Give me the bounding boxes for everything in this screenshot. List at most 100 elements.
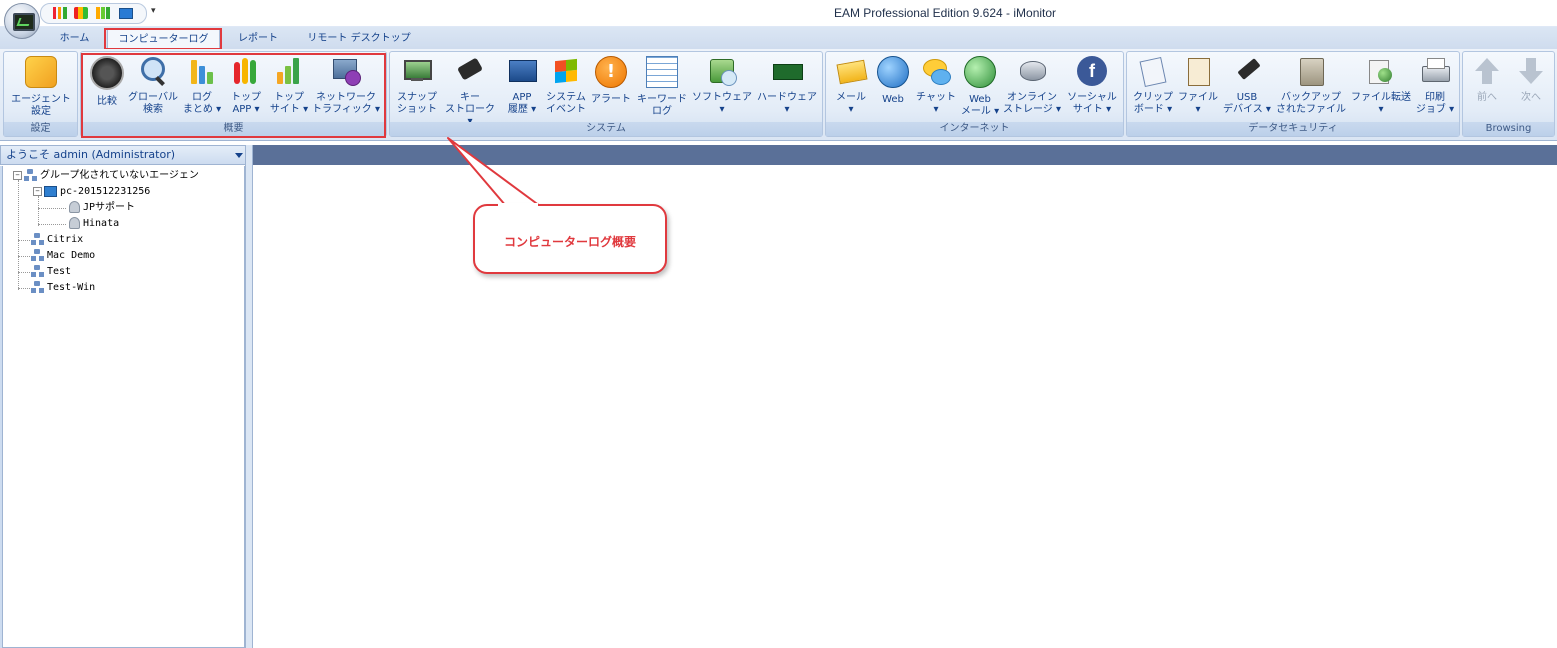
previous-button[interactable]: 前へ xyxy=(1465,56,1509,122)
agent-settings-button[interactable]: エージェント 設定 xyxy=(6,56,76,122)
print-job-button[interactable]: 印刷 ジョブ ▾ xyxy=(1413,56,1457,122)
network-traffic-button[interactable]: ネットワーク トラフィック ▾ xyxy=(311,56,381,122)
web-button[interactable]: Web xyxy=(872,56,914,122)
collapse-toggle[interactable]: − xyxy=(13,170,22,180)
tree-line xyxy=(18,180,19,290)
callout-joint xyxy=(498,203,538,207)
tree-node-citrix[interactable]: Citrix xyxy=(31,232,83,248)
file-transfer-button[interactable]: ファイル転送 ▾ xyxy=(1349,56,1413,122)
pane-splitter[interactable] xyxy=(245,145,253,648)
keyword-log-button[interactable]: キーワード ログ xyxy=(634,56,690,122)
alert-button[interactable]: ! アラート xyxy=(588,56,634,122)
snapshot-icon xyxy=(402,56,432,86)
software-button[interactable]: ソフトウェア ▾ xyxy=(690,56,754,122)
group-label-internet: インターネット xyxy=(826,122,1123,136)
tab-remote-desktop[interactable]: リモート デスクトップ xyxy=(300,31,418,47)
top-site-button[interactable]: トップ サイト ▾ xyxy=(267,56,311,122)
compare-button[interactable]: 比較 xyxy=(87,56,127,122)
tree-node-label: グループ化されていないエージェン xyxy=(40,170,199,181)
window-title: EAM Professional Edition 9.624 - iMonito… xyxy=(833,6,1057,20)
usb-device-button[interactable]: USB デバイス ▾ xyxy=(1221,56,1273,122)
group-icon xyxy=(31,265,44,277)
user-icon xyxy=(69,201,80,213)
chat-button[interactable]: チャット ▾ xyxy=(914,56,958,122)
main-content-area xyxy=(253,165,1557,648)
log-summary-icon xyxy=(187,56,217,86)
group-label-overview: 概要 xyxy=(81,122,386,136)
network-traffic-icon xyxy=(331,56,361,86)
usb-icon xyxy=(1232,56,1262,86)
ribbon-tabs: ホーム コンピューターログ レポート リモート デスクトップ xyxy=(0,27,1557,50)
webmail-button[interactable]: Web メール ▾ xyxy=(958,56,1002,122)
title-bar: ▾ EAM Professional Edition 9.624 - iMoni… xyxy=(0,0,1557,39)
tab-computer-log[interactable]: コンピューターログ xyxy=(107,29,220,50)
tree-node-test[interactable]: Test xyxy=(31,264,71,280)
tree-node-label: Citrix xyxy=(47,234,84,245)
printer-icon xyxy=(1420,56,1450,86)
tree-line xyxy=(38,224,66,225)
tree-node-user[interactable]: JPサポート xyxy=(69,200,135,216)
software-icon xyxy=(707,56,737,86)
welcome-text: ようこそ admin (Administrator) xyxy=(6,148,176,161)
agent-tree-header[interactable]: ようこそ admin (Administrator) xyxy=(0,145,249,165)
tree-line xyxy=(18,256,32,257)
log-summary-button[interactable]: ログ まとめ ▾ xyxy=(179,56,225,122)
tree-node-label: Test xyxy=(47,266,72,277)
chevron-down-icon[interactable] xyxy=(235,153,243,158)
clipboard-button[interactable]: クリップ ボード ▾ xyxy=(1131,56,1175,122)
tree-line xyxy=(18,288,32,289)
file-transfer-icon xyxy=(1366,56,1396,86)
mail-icon xyxy=(836,56,868,86)
group-label-data-security: データセキュリティ xyxy=(1127,122,1459,136)
tree-node-test-win[interactable]: Test-Win xyxy=(31,280,95,296)
alert-icon: ! xyxy=(595,56,627,88)
tree-node-ungrouped[interactable]: − グループ化されていないエージェン xyxy=(13,168,199,184)
group-icon xyxy=(31,233,44,245)
computer-icon xyxy=(44,185,57,197)
group-icon xyxy=(31,281,44,293)
global-search-button[interactable]: グローバル 検索 xyxy=(127,56,179,122)
hardware-button[interactable]: ハードウェア ▾ xyxy=(754,56,820,122)
file-icon xyxy=(1183,56,1213,86)
file-button[interactable]: ファイル ▾ xyxy=(1175,56,1221,122)
tree-node-label: Test-Win xyxy=(47,282,96,293)
tree-node-pc[interactable]: − pc-201512231256 xyxy=(33,184,150,200)
backup-icon xyxy=(1296,56,1326,86)
group-icon xyxy=(31,249,44,261)
tab-home[interactable]: ホーム xyxy=(52,31,97,47)
app-history-icon xyxy=(507,56,537,86)
group-label-settings: 設定 xyxy=(4,122,77,136)
top-site-icon xyxy=(274,56,304,86)
clipboard-icon xyxy=(1138,56,1168,88)
social-site-button[interactable]: f ソーシャル サイト ▾ xyxy=(1062,56,1122,122)
monitor-icon xyxy=(13,13,35,31)
backup-file-button[interactable]: バックアップ されたファイル xyxy=(1273,56,1349,122)
app-menu-button[interactable] xyxy=(4,3,40,39)
tree-line xyxy=(18,240,32,241)
group-system: スナップ ショット キー ストローク ▾ APP 履歴 ▾ システム イベント … xyxy=(389,51,823,137)
tab-report[interactable]: レポート xyxy=(228,31,288,47)
mail-button[interactable]: メール ▾ xyxy=(830,56,872,122)
group-label-browsing: Browsing xyxy=(1463,122,1554,136)
top-app-icon xyxy=(231,56,261,86)
keyword-log-icon xyxy=(646,56,678,88)
hardware-icon xyxy=(772,56,803,86)
collapse-toggle[interactable]: − xyxy=(33,186,42,196)
tree-line xyxy=(18,272,32,273)
tree-line xyxy=(38,208,66,209)
top-app-button[interactable]: トップ APP ▾ xyxy=(225,56,267,122)
tree-node-mac-demo[interactable]: Mac Demo xyxy=(31,248,95,264)
chat-icon xyxy=(921,56,951,86)
web-globe-icon xyxy=(877,56,909,88)
system-event-button[interactable]: システム イベント xyxy=(544,56,588,122)
app-history-button[interactable]: APP 履歴 ▾ xyxy=(500,56,544,122)
group-data-security: クリップ ボード ▾ ファイル ▾ USB デバイス ▾ バックアップ されたフ… xyxy=(1126,51,1460,137)
tree-node-user[interactable]: Hinata xyxy=(69,216,119,232)
online-storage-button[interactable]: オンライン ストレージ ▾ xyxy=(1002,56,1062,122)
callout-box: コンピューターログ概要 xyxy=(473,204,667,274)
keystroke-button[interactable]: キー ストローク ▾ xyxy=(442,56,498,127)
windows-logo-icon xyxy=(551,56,581,86)
group-settings: エージェント 設定 設定 xyxy=(3,51,78,137)
next-button[interactable]: 次へ xyxy=(1509,56,1553,122)
snapshot-button[interactable]: スナップ ショット xyxy=(392,56,442,122)
